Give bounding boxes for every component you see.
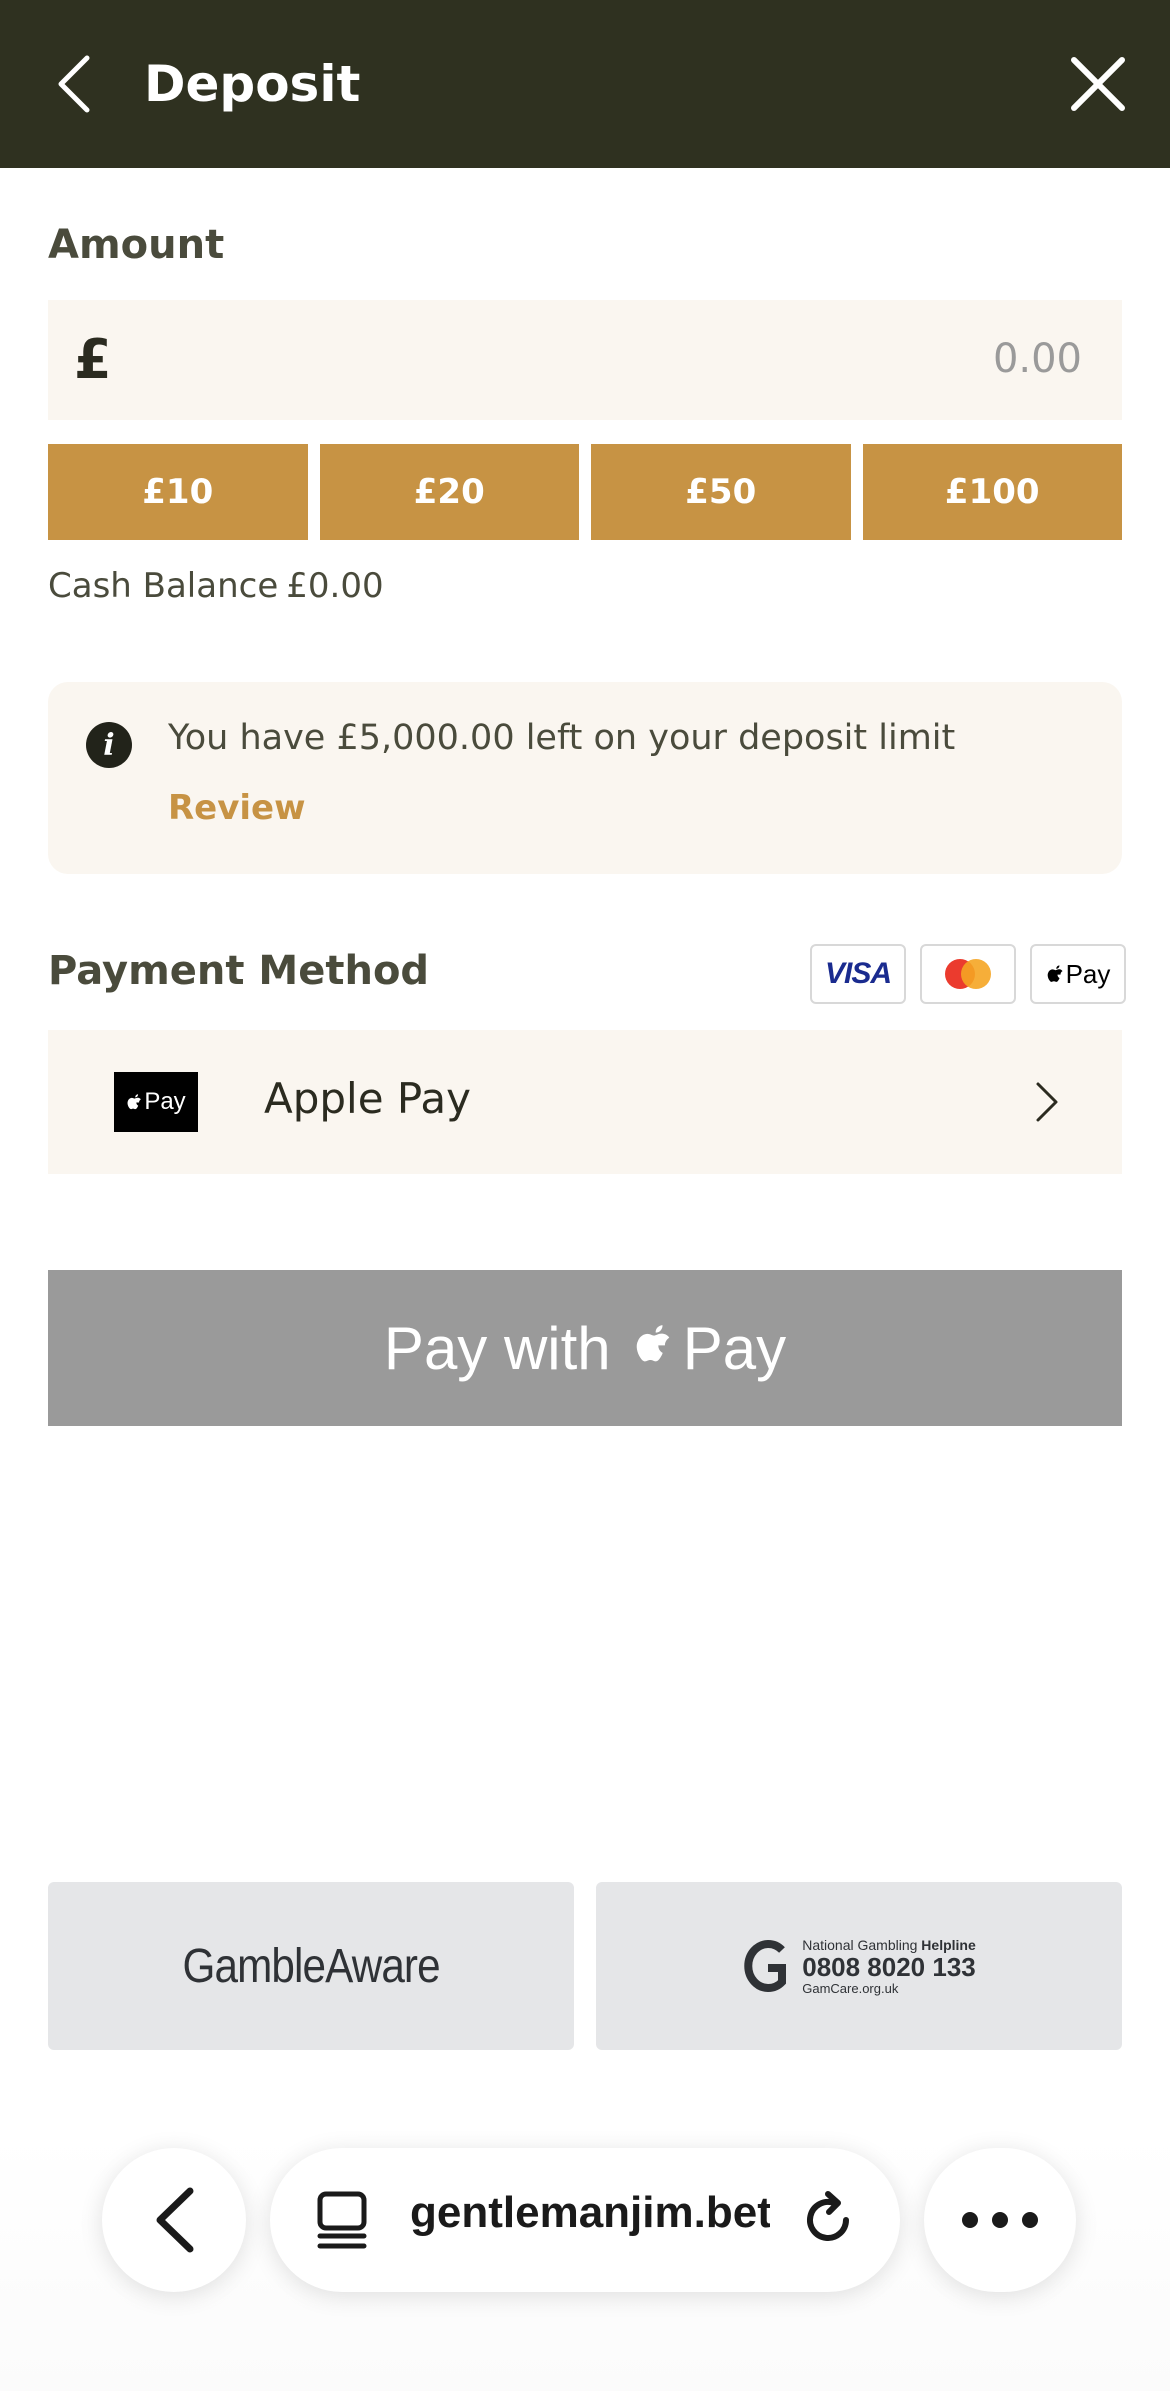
close-icon	[1071, 57, 1125, 111]
more-dot-icon	[1022, 2212, 1038, 2228]
chevron-left-icon	[156, 2187, 194, 2253]
more-dot-icon	[992, 2212, 1008, 2228]
review-link[interactable]: Review	[168, 788, 306, 828]
deposit-limit-notice: i You have £5,000.00 left on your deposi…	[48, 682, 1122, 874]
cash-balance-value: £0.00	[286, 566, 384, 606]
tabs-icon	[317, 2191, 367, 2249]
gambleaware-logo[interactable]: GambleAware	[48, 1882, 574, 2050]
info-icon: i	[86, 722, 132, 768]
mastercard-icon	[945, 959, 991, 989]
preset-button-50[interactable]: £50	[591, 444, 851, 540]
apple-pay-badge: Pay	[114, 1072, 198, 1132]
browser-back-button[interactable]	[102, 2148, 246, 2292]
amount-input[interactable]: £ 0.00	[48, 300, 1122, 420]
helpline-site: GamCare.org.uk	[802, 1980, 899, 1996]
payment-method-selector[interactable]: Pay Apple Pay	[48, 1030, 1122, 1174]
payment-method-name: Apple Pay	[264, 1074, 471, 1123]
helpline-title: National Gambling	[802, 1936, 918, 1953]
pay-button-prefix: Pay with	[383, 1314, 611, 1382]
page-title: Deposit	[144, 55, 361, 113]
visa-logo: VISA	[810, 944, 906, 1004]
apple-pay-logo: Pay	[1030, 944, 1126, 1004]
cash-balance: Cash Balance £0.00	[48, 566, 384, 606]
helpline-number: 0808 8020 133	[802, 1951, 976, 1982]
apple-icon	[1047, 965, 1063, 982]
apple-icon	[127, 1094, 142, 1110]
payment-method-label: Payment Method	[48, 948, 430, 994]
chevron-right-icon	[1036, 1082, 1058, 1122]
amount-label: Amount	[48, 222, 225, 268]
deposit-limit-message: You have £5,000.00 left on your deposit …	[168, 718, 956, 758]
gambleaware-text: GambleAware	[182, 1939, 440, 1993]
preset-button-20[interactable]: £20	[319, 444, 579, 540]
amount-value: 0.00	[992, 336, 1082, 382]
preset-button-100[interactable]: £100	[862, 444, 1122, 540]
app-header: Deposit	[0, 0, 1170, 168]
browser-url: gentlemanjim.bet	[410, 2188, 770, 2237]
preset-button-10[interactable]: £10	[48, 444, 308, 540]
mastercard-logo	[920, 944, 1016, 1004]
helpline-title-bold: Helpline	[921, 1936, 976, 1953]
browser-address-bar[interactable]: gentlemanjim.bet	[270, 2148, 900, 2292]
gamcare-g-icon	[744, 1940, 787, 1992]
back-button[interactable]	[48, 52, 98, 116]
reload-icon[interactable]	[798, 2190, 858, 2250]
gambling-helpline-logo[interactable]: National Gambling Helpline 0808 8020 133…	[596, 1882, 1122, 2050]
pay-button-suffix: Pay	[682, 1314, 787, 1382]
cash-balance-label: Cash Balance	[48, 566, 279, 606]
currency-symbol: £	[74, 328, 112, 391]
chevron-left-icon	[58, 55, 90, 113]
apple-icon	[636, 1325, 669, 1362]
accepted-cards: VISA Pay	[810, 944, 1126, 1004]
close-button[interactable]	[1068, 54, 1128, 114]
more-dot-icon	[962, 2212, 978, 2228]
apple-pay-button[interactable]: Pay with Pay	[48, 1270, 1122, 1426]
preset-amounts: £10 £20 £50 £100	[48, 444, 1122, 540]
browser-more-button[interactable]	[924, 2148, 1076, 2292]
